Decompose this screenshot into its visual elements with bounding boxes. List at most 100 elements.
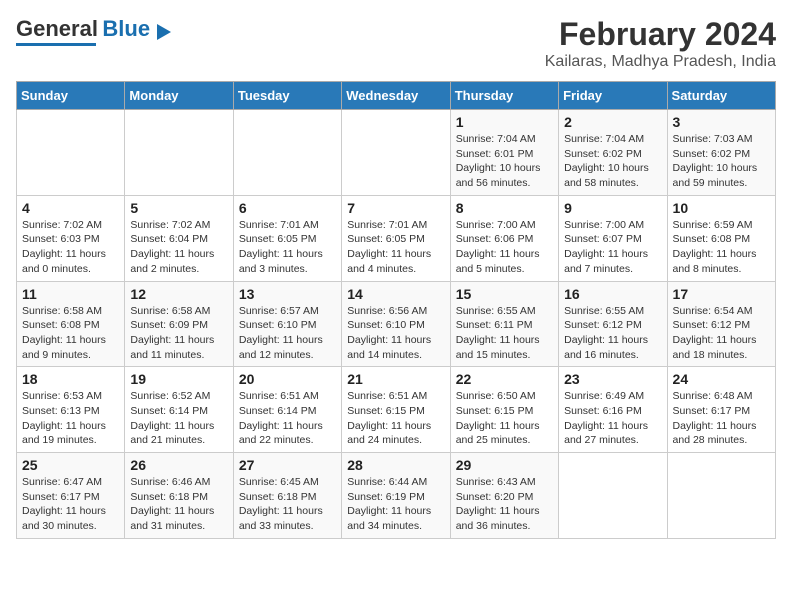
weekday-header-row: SundayMondayTuesdayWednesdayThursdayFrid… [17, 82, 776, 110]
cell-daylight-info: Sunrise: 7:04 AMSunset: 6:01 PMDaylight:… [456, 132, 553, 191]
calendar-cell: 15 Sunrise: 6:55 AMSunset: 6:11 PMDayligh… [450, 281, 558, 367]
cell-daylight-info: Sunrise: 6:56 AMSunset: 6:10 PMDaylight:… [347, 304, 444, 363]
cell-day-number: 17 [673, 286, 770, 302]
calendar-week-0: 1 Sunrise: 7:04 AMSunset: 6:01 PMDaylight… [17, 110, 776, 196]
cell-day-number: 23 [564, 371, 661, 387]
calendar-cell: 12Sunrise: 6:58 AMSunset: 6:09 PMDayligh… [125, 281, 233, 367]
title-block: February 2024 Kailaras, Madhya Pradesh, … [545, 16, 776, 71]
weekday-header-friday: Friday [559, 82, 667, 110]
weekday-header-monday: Monday [125, 82, 233, 110]
calendar-cell: 3 Sunrise: 7:03 AMSunset: 6:02 PMDaylight… [667, 110, 775, 196]
cell-day-number: 15 [456, 286, 553, 302]
cell-day-number: 19 [130, 371, 227, 387]
cell-day-number: 4 [22, 200, 119, 216]
cell-daylight-info: Sunrise: 7:02 AMSunset: 6:03 PMDaylight:… [22, 218, 119, 277]
cell-day-number: 5 [130, 200, 227, 216]
calendar-subtitle: Kailaras, Madhya Pradesh, India [545, 53, 776, 71]
calendar-cell: 20 Sunrise: 6:51 AMSunset: 6:14 PMDayligh… [233, 367, 341, 453]
cell-daylight-info: Sunrise: 6:46 AMSunset: 6:18 PMDaylight:… [130, 475, 227, 534]
calendar-cell [667, 453, 775, 539]
logo-blue: Blue [102, 16, 150, 41]
cell-day-number: 25 [22, 457, 119, 473]
calendar-cell: 16Sunrise: 6:55 AMSunset: 6:12 PMDayligh… [559, 281, 667, 367]
calendar-table: SundayMondayTuesdayWednesdayThursdayFrid… [16, 81, 776, 539]
calendar-cell: 1 Sunrise: 7:04 AMSunset: 6:01 PMDaylight… [450, 110, 558, 196]
page-header: General Blue February 2024 Kailaras, Mad… [16, 16, 776, 71]
calendar-cell: 19 Sunrise: 6:52 AMSunset: 6:14 PMDayligh… [125, 367, 233, 453]
cell-daylight-info: Sunrise: 6:58 AMSunset: 6:09 PMDaylight:… [130, 304, 227, 363]
cell-daylight-info: Sunrise: 7:02 AMSunset: 6:04 PMDaylight:… [130, 218, 227, 277]
calendar-cell: 22 Sunrise: 6:50 AMSunset: 6:15 PMDayligh… [450, 367, 558, 453]
cell-day-number: 14 [347, 286, 444, 302]
calendar-week-1: 4 Sunrise: 7:02 AMSunset: 6:03 PMDaylight… [17, 195, 776, 281]
cell-daylight-info: Sunrise: 6:43 AMSunset: 6:20 PMDaylight:… [456, 475, 553, 534]
cell-day-number: 28 [347, 457, 444, 473]
logo-arrow-icon [157, 24, 171, 40]
cell-daylight-info: Sunrise: 6:55 AMSunset: 6:11 PMDaylight:… [456, 304, 553, 363]
cell-daylight-info: Sunrise: 6:48 AMSunset: 6:17 PMDaylight:… [673, 389, 770, 448]
calendar-cell: 9 Sunrise: 7:00 AMSunset: 6:07 PMDaylight… [559, 195, 667, 281]
logo-general: General [16, 16, 98, 41]
calendar-cell: 21 Sunrise: 6:51 AMSunset: 6:15 PMDayligh… [342, 367, 450, 453]
calendar-week-3: 18Sunrise: 6:53 AMSunset: 6:13 PMDayligh… [17, 367, 776, 453]
cell-day-number: 21 [347, 371, 444, 387]
weekday-header-thursday: Thursday [450, 82, 558, 110]
calendar-cell: 2 Sunrise: 7:04 AMSunset: 6:02 PMDaylight… [559, 110, 667, 196]
cell-daylight-info: Sunrise: 6:45 AMSunset: 6:18 PMDaylight:… [239, 475, 336, 534]
calendar-cell: 18Sunrise: 6:53 AMSunset: 6:13 PMDayligh… [17, 367, 125, 453]
calendar-cell [17, 110, 125, 196]
calendar-body: 1 Sunrise: 7:04 AMSunset: 6:01 PMDaylight… [17, 110, 776, 539]
calendar-cell: 26 Sunrise: 6:46 AMSunset: 6:18 PMDayligh… [125, 453, 233, 539]
calendar-cell: 13Sunrise: 6:57 AMSunset: 6:10 PMDayligh… [233, 281, 341, 367]
weekday-header-sunday: Sunday [17, 82, 125, 110]
cell-daylight-info: Sunrise: 6:49 AMSunset: 6:16 PMDaylight:… [564, 389, 661, 448]
weekday-header-saturday: Saturday [667, 82, 775, 110]
logo: General Blue [16, 16, 171, 46]
calendar-week-2: 11Sunrise: 6:58 AMSunset: 6:08 PMDayligh… [17, 281, 776, 367]
calendar-cell: 10 Sunrise: 6:59 AMSunset: 6:08 PMDayligh… [667, 195, 775, 281]
cell-daylight-info: Sunrise: 7:04 AMSunset: 6:02 PMDaylight:… [564, 132, 661, 191]
cell-daylight-info: Sunrise: 6:54 AMSunset: 6:12 PMDaylight:… [673, 304, 770, 363]
cell-daylight-info: Sunrise: 7:00 AMSunset: 6:06 PMDaylight:… [456, 218, 553, 277]
calendar-cell [559, 453, 667, 539]
cell-day-number: 22 [456, 371, 553, 387]
cell-day-number: 18 [22, 371, 119, 387]
calendar-cell: 4 Sunrise: 7:02 AMSunset: 6:03 PMDaylight… [17, 195, 125, 281]
calendar-week-4: 25 Sunrise: 6:47 AMSunset: 6:17 PMDayligh… [17, 453, 776, 539]
cell-daylight-info: Sunrise: 6:58 AMSunset: 6:08 PMDaylight:… [22, 304, 119, 363]
cell-daylight-info: Sunrise: 6:59 AMSunset: 6:08 PMDaylight:… [673, 218, 770, 277]
calendar-cell: 14 Sunrise: 6:56 AMSunset: 6:10 PMDayligh… [342, 281, 450, 367]
cell-daylight-info: Sunrise: 7:00 AMSunset: 6:07 PMDaylight:… [564, 218, 661, 277]
calendar-cell: 7 Sunrise: 7:01 AMSunset: 6:05 PMDaylight… [342, 195, 450, 281]
cell-daylight-info: Sunrise: 6:51 AMSunset: 6:14 PMDaylight:… [239, 389, 336, 448]
cell-daylight-info: Sunrise: 7:01 AMSunset: 6:05 PMDaylight:… [347, 218, 444, 277]
cell-daylight-info: Sunrise: 6:47 AMSunset: 6:17 PMDaylight:… [22, 475, 119, 534]
cell-day-number: 1 [456, 114, 553, 130]
calendar-cell: 25 Sunrise: 6:47 AMSunset: 6:17 PMDayligh… [17, 453, 125, 539]
cell-day-number: 8 [456, 200, 553, 216]
cell-day-number: 24 [673, 371, 770, 387]
calendar-cell: 11Sunrise: 6:58 AMSunset: 6:08 PMDayligh… [17, 281, 125, 367]
cell-daylight-info: Sunrise: 6:51 AMSunset: 6:15 PMDaylight:… [347, 389, 444, 448]
cell-day-number: 6 [239, 200, 336, 216]
cell-daylight-info: Sunrise: 6:57 AMSunset: 6:10 PMDaylight:… [239, 304, 336, 363]
cell-day-number: 2 [564, 114, 661, 130]
cell-daylight-info: Sunrise: 6:44 AMSunset: 6:19 PMDaylight:… [347, 475, 444, 534]
cell-day-number: 9 [564, 200, 661, 216]
cell-day-number: 3 [673, 114, 770, 130]
calendar-cell: 8 Sunrise: 7:00 AMSunset: 6:06 PMDaylight… [450, 195, 558, 281]
cell-day-number: 26 [130, 457, 227, 473]
calendar-cell [125, 110, 233, 196]
cell-day-number: 20 [239, 371, 336, 387]
cell-daylight-info: Sunrise: 6:50 AMSunset: 6:15 PMDaylight:… [456, 389, 553, 448]
calendar-cell [233, 110, 341, 196]
calendar-cell: 23 Sunrise: 6:49 AMSunset: 6:16 PMDayligh… [559, 367, 667, 453]
cell-daylight-info: Sunrise: 6:52 AMSunset: 6:14 PMDaylight:… [130, 389, 227, 448]
cell-day-number: 7 [347, 200, 444, 216]
cell-daylight-info: Sunrise: 6:55 AMSunset: 6:12 PMDaylight:… [564, 304, 661, 363]
cell-daylight-info: Sunrise: 7:03 AMSunset: 6:02 PMDaylight:… [673, 132, 770, 191]
calendar-cell: 24 Sunrise: 6:48 AMSunset: 6:17 PMDayligh… [667, 367, 775, 453]
cell-daylight-info: Sunrise: 7:01 AMSunset: 6:05 PMDaylight:… [239, 218, 336, 277]
cell-day-number: 10 [673, 200, 770, 216]
calendar-cell: 6 Sunrise: 7:01 AMSunset: 6:05 PMDaylight… [233, 195, 341, 281]
